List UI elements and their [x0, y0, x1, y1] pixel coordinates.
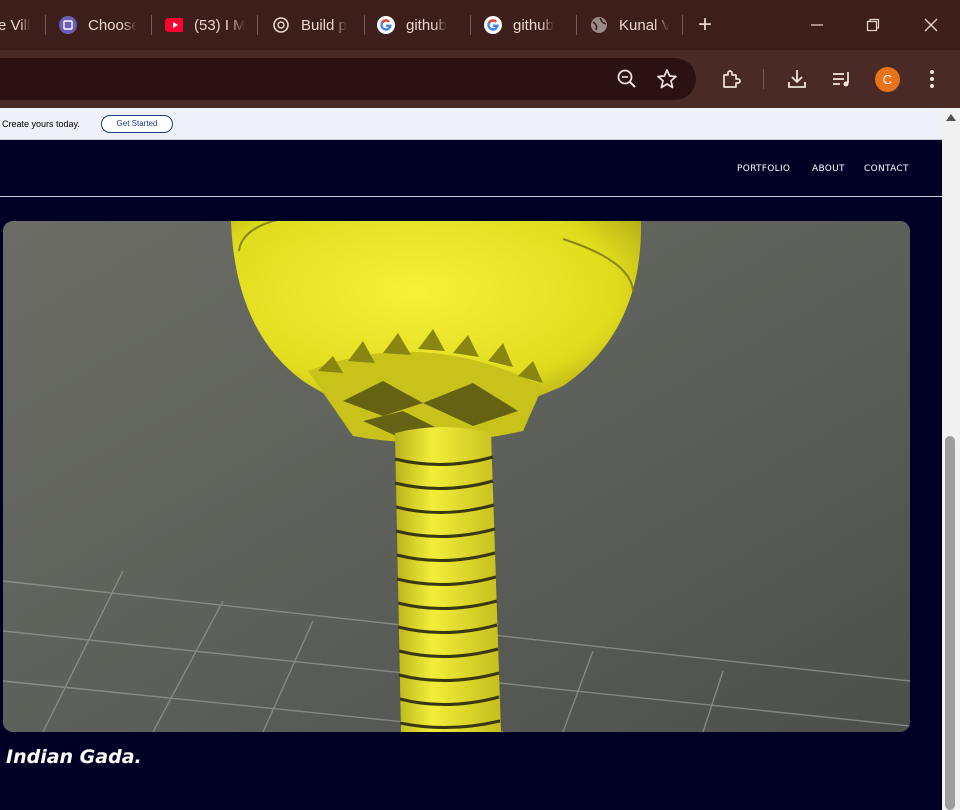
book-favicon-icon — [59, 16, 77, 34]
bookmark-star-icon[interactable] — [654, 66, 680, 92]
tab-6[interactable]: github — [484, 13, 564, 37]
tab-1[interactable]: e Vill — [0, 13, 36, 37]
tab-2[interactable]: Choose — [59, 13, 137, 37]
close-icon[interactable] — [919, 13, 943, 37]
more-menu-icon[interactable] — [919, 66, 945, 92]
page-viewport: Create yours today. Get Started PORTFOLI… — [0, 108, 942, 810]
youtube-favicon-icon — [165, 16, 183, 34]
photo-caption: Indian Gada. — [6, 746, 142, 768]
media-control-icon[interactable] — [829, 66, 855, 92]
extensions-icon[interactable] — [718, 66, 744, 92]
nav-link-about[interactable]: ABOUT — [812, 164, 845, 174]
tab-5[interactable]: github — [377, 13, 457, 37]
download-icon[interactable] — [784, 66, 810, 92]
restore-icon[interactable] — [861, 13, 885, 37]
globe-favicon-icon — [590, 16, 608, 34]
tab-title: github — [513, 16, 554, 34]
tab-strip: e Vill Choose (53) I M Build p github gi… — [0, 0, 960, 50]
zoom-out-icon[interactable] — [614, 66, 640, 92]
nav-link-portfolio[interactable]: PORTFOLIO — [737, 164, 790, 174]
tab-title: Kunal V — [619, 16, 670, 34]
gada-photo-graphic — [3, 221, 910, 732]
tab-title: github — [406, 16, 447, 34]
tab-title: (53) I M — [194, 16, 245, 34]
tab-title: e Vill — [0, 16, 31, 34]
tab-title: Choose — [88, 16, 137, 34]
tab-7[interactable]: Kunal V — [590, 13, 670, 37]
openai-favicon-icon — [272, 16, 290, 34]
scroll-thumb[interactable] — [945, 436, 955, 810]
profile-avatar[interactable]: C — [875, 67, 900, 92]
google-favicon-icon — [377, 16, 395, 34]
google-favicon-icon — [484, 16, 502, 34]
scroll-up-arrow-icon[interactable] — [946, 114, 956, 121]
page-scrollbar[interactable] — [942, 108, 960, 810]
minimize-icon[interactable] — [805, 13, 829, 37]
site-nav: PORTFOLIO ABOUT CONTACT — [0, 140, 942, 197]
nav-link-contact[interactable]: CONTACT — [864, 164, 909, 174]
banner-text: Create yours today. — [2, 119, 80, 129]
tab-3[interactable]: (53) I M — [165, 13, 245, 37]
gada-photo — [3, 221, 910, 732]
promo-banner: Create yours today. Get Started — [0, 108, 942, 140]
tab-title: Build p — [301, 16, 347, 34]
new-tab-button[interactable]: + — [694, 13, 716, 37]
tab-4[interactable]: Build p — [272, 13, 350, 37]
get-started-button[interactable]: Get Started — [101, 115, 173, 133]
address-bar[interactable] — [0, 58, 696, 100]
browser-toolbar — [0, 50, 960, 108]
